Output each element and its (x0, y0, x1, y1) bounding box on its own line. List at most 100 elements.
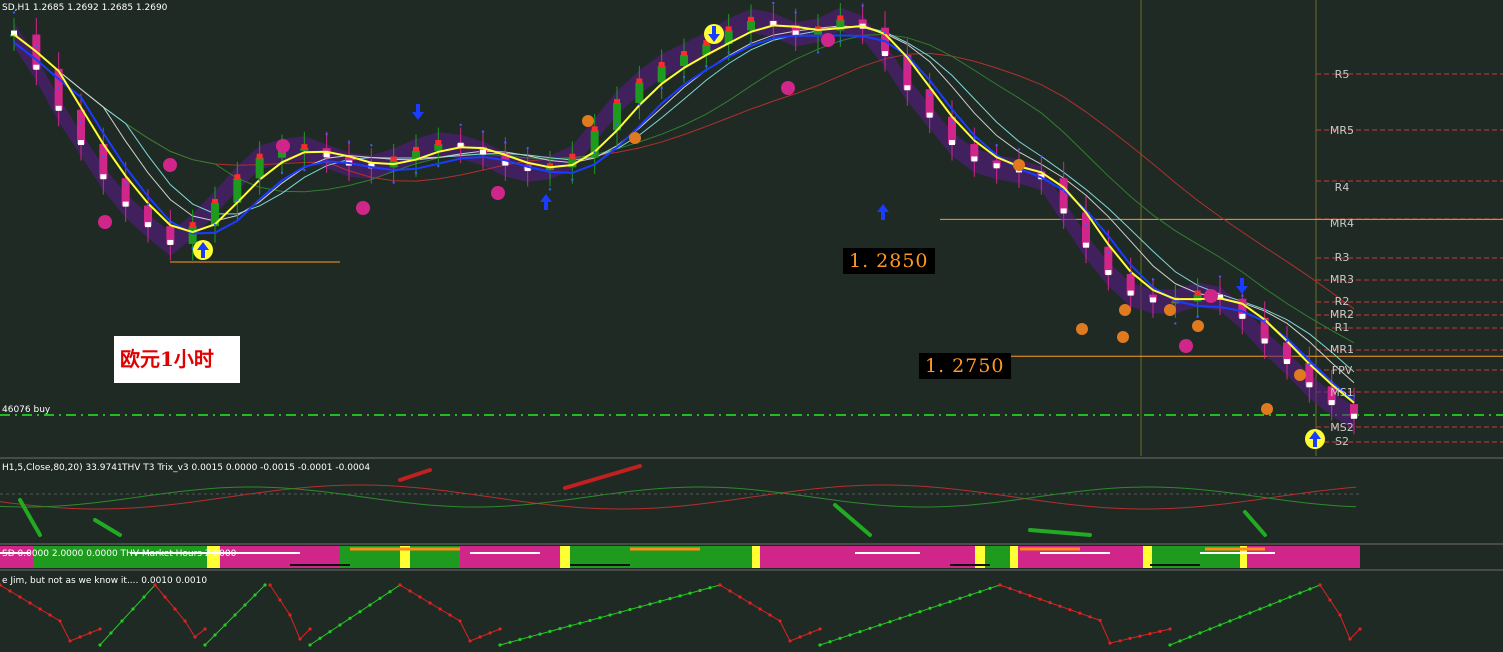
trend-marker (100, 174, 107, 180)
signal-dot-icon (1076, 323, 1088, 335)
trend-marker (882, 51, 888, 57)
candle-body (925, 89, 934, 117)
candle-body (77, 109, 85, 145)
signal-dot-icon (1164, 304, 1176, 316)
sar-dot (705, 64, 708, 68)
candle-body (1104, 246, 1113, 275)
step-line (999, 584, 1171, 644)
pivot-level-fpv: FPV (1331, 364, 1353, 377)
step-line (399, 584, 501, 642)
sar-dot (1241, 294, 1244, 298)
sar-dot (57, 86, 60, 90)
trend-marker (189, 222, 196, 228)
trend-marker (837, 15, 844, 21)
trend-marker (591, 126, 598, 132)
step-line (269, 584, 311, 640)
signal-dot-icon (629, 132, 641, 144)
trend-marker (1194, 290, 1201, 296)
chart-header: SD,H1 1.2685 1.2692 1.2685 1.2690 (2, 3, 168, 13)
trix-red-line (0, 484, 1357, 510)
trend-marker (78, 140, 84, 146)
trend-marker (1284, 359, 1290, 365)
trend-marker (681, 51, 687, 57)
sar-dot (749, 41, 753, 45)
sar-dot (236, 199, 239, 202)
market-hours-segment (1010, 546, 1018, 568)
step-line (719, 584, 821, 642)
trix-green-line (0, 486, 1357, 508)
chart-window[interactable]: { "window": { "header": "SD,H1 1.2685 1.… (0, 0, 1503, 652)
sar-dot (1017, 148, 1021, 151)
sar-dot (1285, 339, 1289, 343)
sar-dot (1330, 380, 1333, 384)
candle-body (434, 144, 443, 151)
trend-marker (748, 16, 754, 22)
signal-dot-icon (356, 201, 370, 215)
signal-dot-icon (1294, 369, 1306, 381)
signal-dot-icon (582, 115, 594, 127)
sar-dot (571, 178, 574, 181)
trend-marker (1351, 413, 1357, 419)
sell-arrow-icon (412, 104, 424, 120)
trade-label: 46076 buy (2, 405, 51, 415)
sar-dot (1040, 155, 1043, 158)
trend-marker (55, 105, 62, 111)
trix-signal-segment (1028, 528, 1092, 537)
sar-dot (995, 144, 998, 147)
candle-body (255, 157, 264, 179)
step-line (309, 584, 401, 646)
signal-dot-icon (276, 139, 290, 153)
step-line (99, 584, 156, 646)
sar-dot (1084, 223, 1088, 226)
indicator-2-label: THV T3 Trix_v3 0.0015 0.0000 -0.0015 -0.… (122, 463, 371, 473)
trend-marker (725, 26, 732, 32)
market-hours-segment (760, 546, 975, 568)
trix-signal-segment (833, 503, 872, 537)
trend-marker (904, 85, 911, 91)
step-line (204, 584, 266, 646)
trend-marker (167, 239, 174, 245)
sar-dot (1129, 271, 1132, 274)
step-line (1169, 584, 1321, 646)
signal-dot-icon (1119, 304, 1131, 316)
sar-dot (1174, 322, 1177, 325)
trix-signal-segment (93, 518, 122, 537)
sar-dot (906, 66, 909, 69)
signal-dot-icon (1192, 320, 1204, 332)
sar-dot (169, 220, 172, 224)
sar-dot (504, 141, 507, 144)
candle-body (1059, 178, 1068, 213)
trend-marker (212, 198, 218, 204)
trend-marker (390, 156, 397, 162)
sar-dot (102, 155, 105, 158)
indicator-1-label: H1,5,Close,80,20) 33.9741 (2, 463, 123, 473)
signal-dot-icon (821, 33, 835, 47)
pivot-level-r1: R1 (1334, 321, 1350, 334)
sell-arrow-icon (1236, 278, 1248, 294)
signal-dot-icon (1013, 159, 1025, 171)
buy-arrow-icon (540, 194, 552, 210)
signal-dot-icon (163, 158, 177, 172)
trend-marker (949, 140, 955, 146)
pivot-level-r4: R4 (1334, 181, 1350, 194)
market-hours-segment (460, 546, 560, 568)
trix-signal-segment (563, 464, 642, 490)
signal-dot-icon (491, 186, 505, 200)
candle-body (1193, 294, 1202, 302)
candle-body (680, 55, 688, 67)
sar-dot (973, 137, 976, 140)
trend-marker (1105, 270, 1112, 276)
step-line (1319, 584, 1361, 640)
sar-dot (414, 171, 418, 175)
trend-marker (33, 64, 40, 70)
trend-marker (569, 153, 576, 159)
trend-marker (480, 149, 486, 155)
sar-dot (35, 45, 38, 48)
sar-dot (437, 164, 440, 168)
trend-marker (1239, 313, 1246, 319)
indicator-4-label: e Jim, but not as we know it.... 0.0010 … (2, 576, 208, 586)
sar-dot (1107, 250, 1110, 254)
price-label-1: 1. 2850 (843, 248, 935, 274)
pivot-level-mr4: MR4 (1329, 217, 1355, 230)
trend-marker (1083, 242, 1089, 248)
